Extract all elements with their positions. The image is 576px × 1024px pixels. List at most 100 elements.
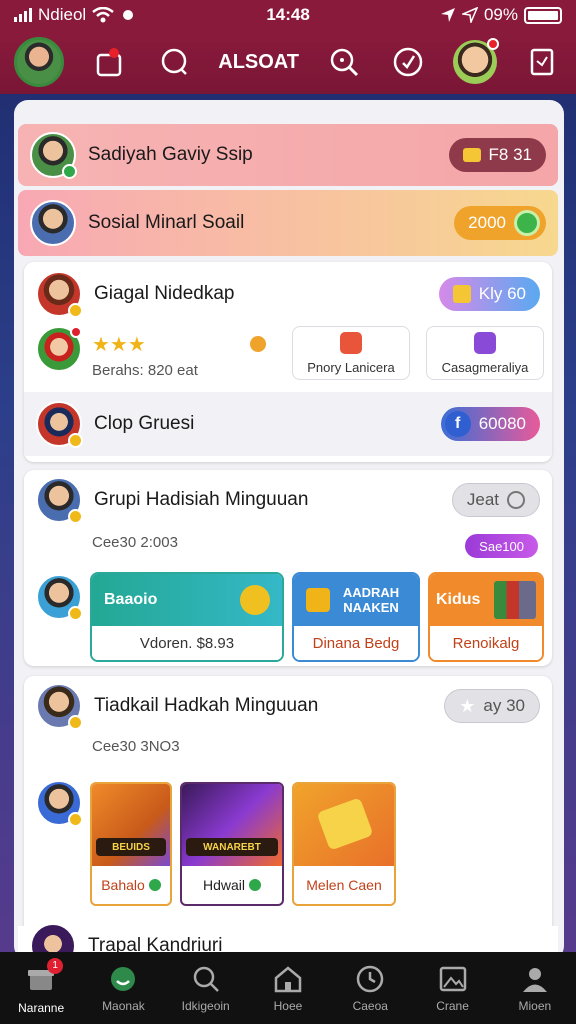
books-icon [494, 581, 536, 619]
group-meta: Cee30 3NO3 [92, 738, 180, 755]
promo-value: Vdoren. $8.93 [139, 634, 235, 652]
item-name: Clop Gruesi [94, 413, 195, 434]
button-label: Casagmeraliya [441, 359, 529, 375]
header-title: ALSOAT [218, 50, 299, 73]
bag-icon [96, 48, 121, 77]
star-icon: ★ [459, 695, 476, 716]
cube-icon [306, 588, 330, 612]
compass-button[interactable] [388, 42, 428, 82]
group-title: Tiadkail Hadkah Minguuan [94, 695, 319, 716]
coin-badge[interactable]: 2000 [454, 206, 546, 240]
group-card: Grupi Hadisiah Minguuan Jeat Cee30 2:003… [24, 470, 552, 666]
nav-label: Mioen [518, 999, 552, 1013]
coin-badge[interactable]: f 60080 [440, 407, 540, 441]
group-meta: Cee30 2:003 [92, 534, 178, 551]
profile-avatar[interactable] [14, 37, 64, 87]
facebook-icon: f [444, 411, 471, 437]
wallet-icon [462, 148, 481, 162]
verified-icon [68, 509, 83, 524]
coin-badge[interactable]: F8 31 [448, 138, 546, 172]
avatar [30, 132, 77, 179]
friend-avatar[interactable] [453, 38, 500, 84]
share-icon [530, 48, 554, 76]
action-button-2[interactable]: Casagmeraliya [426, 326, 544, 380]
nav-label: Naranne [18, 1000, 65, 1015]
location-icon [440, 8, 455, 22]
game-tag: WANAREBT [186, 838, 278, 856]
box-icon [474, 331, 496, 354]
online-icon [62, 164, 77, 179]
avatar [36, 271, 83, 318]
promo-card[interactable]: Kidus Renoikalg [428, 572, 544, 662]
coin-badge[interactable]: Kly 60 [438, 277, 540, 311]
timer-icon [514, 210, 540, 236]
game-label: Melen Caen [306, 877, 382, 893]
nav-item-crane[interactable]: Crane [417, 963, 489, 1013]
game-tag: BEUIDS [96, 838, 166, 856]
verified-icon [68, 715, 83, 730]
game-tile[interactable]: WANAREBT Hdwail [180, 782, 284, 906]
coin-icon [250, 336, 266, 352]
smile-icon [111, 967, 136, 991]
nav-item-caeoa[interactable]: Caeoa [334, 963, 406, 1013]
group-card: Giagal Nidedkap Kly 60 ★★★ Berahs: 820 e… [24, 262, 552, 462]
game-tile[interactable]: Melen Caen [292, 782, 396, 906]
promo-card[interactable]: Baaoio Vdoren. $8.93 [90, 572, 284, 662]
nav-item-naranne[interactable]: 1 Naranne [5, 957, 77, 1015]
search-icon [330, 48, 358, 77]
game-tile[interactable]: BEUIDS Bahalo [90, 782, 172, 906]
list-item[interactable]: Clop Gruesi f 60080 [24, 392, 552, 456]
avatar [36, 683, 83, 730]
list-item[interactable]: Giagal Nidedkap Kly 60 [24, 266, 552, 322]
alert-dot [70, 326, 82, 338]
gift-icon [452, 285, 471, 303]
promo-value: Renoikalg [452, 634, 520, 652]
check-coin-icon [240, 585, 270, 615]
group-header[interactable]: Tiadkail Hadkah Minguuan ★ ay 30 [24, 680, 552, 732]
info-badge[interactable]: Jeat [451, 483, 540, 517]
info-badge[interactable]: ★ ay 30 [444, 689, 540, 723]
search-button[interactable] [324, 42, 364, 82]
online-icon [249, 879, 261, 891]
nav-item-hoee[interactable]: Hoee [252, 963, 324, 1013]
chat-button[interactable] [154, 42, 194, 82]
promo-value: Dinana Bedg [312, 634, 400, 652]
share-button[interactable] [522, 42, 562, 82]
tag-pill[interactable]: Sae100 [465, 534, 538, 558]
nav-label: Idkigeoin [181, 999, 230, 1013]
nav-label: Hoee [273, 999, 303, 1013]
feed-panel: Sadiyah Gaviy Ssip F8 31 Sosial Minarl S… [14, 100, 564, 960]
bottom-nav: 1 Naranne Maonak Idkigeoin Hoee Caeoa Cr… [0, 952, 576, 1024]
avatar [36, 477, 83, 524]
group-header[interactable]: Grupi Hadisiah Minguuan Jeat [24, 474, 552, 526]
nav-item-maonak[interactable]: Maonak [87, 963, 159, 1013]
item-subtitle: Berahs: 820 eat [92, 362, 198, 379]
nav-item-idkigeoin[interactable]: Idkigeoin [170, 963, 242, 1013]
badge-value: Jeat [466, 490, 499, 509]
game-label: Hdwail [202, 877, 245, 893]
action-button-1[interactable]: Pnory Lanicera [292, 326, 410, 380]
verified-icon [68, 812, 83, 827]
list-item[interactable]: Sosial Minarl Soail 2000 [18, 190, 558, 256]
compass-icon [394, 47, 423, 77]
pill-value: Sae100 [479, 538, 524, 554]
info-icon [507, 491, 525, 509]
promo-card[interactable]: AADRAH NAAKEN Dinana Bedg [292, 572, 420, 662]
list-item[interactable]: Sadiyah Gaviy Ssip F8 31 [18, 124, 558, 186]
game-list: BEUIDS Bahalo WANAREBT Hdwail Melen Caen [90, 782, 410, 906]
notification-button[interactable] [89, 42, 129, 82]
badge-value: ay 30 [483, 696, 525, 715]
nav-item-mioen[interactable]: Mioen [499, 963, 571, 1013]
item-name: Sadiyah Gaviy Ssip [88, 144, 253, 165]
status-bar: Ndieol 14:48 09% [0, 0, 576, 30]
person-icon [522, 968, 547, 992]
item-name: Giagal Nidedkap [94, 283, 235, 304]
chat-icon [161, 48, 187, 75]
nav-label: Crane [436, 999, 469, 1013]
avatar [36, 401, 83, 448]
image-icon [439, 966, 466, 992]
verified-icon [68, 433, 83, 448]
item-name: Sosial Minarl Soail [88, 212, 245, 233]
carrier-name: Ndieol [38, 5, 87, 24]
rating-stars: ★★★ [92, 334, 146, 356]
